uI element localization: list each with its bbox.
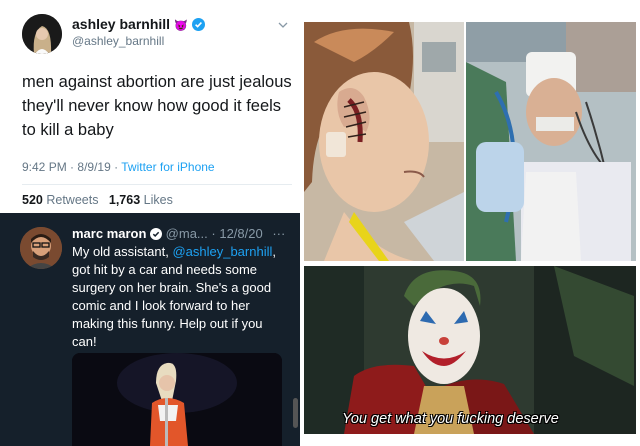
avatar[interactable]: [22, 14, 62, 54]
tweet-time[interactable]: 9:42 PM: [22, 160, 67, 174]
handle[interactable]: @ashley_barnhill: [72, 34, 164, 48]
avatar[interactable]: [20, 227, 62, 269]
tweet-top: ashley barnhill 😈 @ashley_barnhill men a…: [0, 0, 300, 213]
more-options-icon[interactable]: ···: [272, 226, 285, 241]
mention-link[interactable]: @ashley_barnhill: [172, 244, 272, 259]
display-name-text: ashley barnhill: [72, 16, 171, 32]
likes-stat[interactable]: 1,763 Likes: [109, 193, 173, 207]
divider: [22, 184, 292, 185]
tweet-date[interactable]: 12/8/20: [219, 226, 262, 241]
tweet-stats: 520 Retweets 1,763 Likes: [22, 193, 173, 207]
display-name[interactable]: marc maron: [72, 226, 146, 241]
tweet-media-image[interactable]: [72, 353, 282, 446]
devil-emoji-icon: 😈: [173, 20, 188, 32]
handle[interactable]: @ma...: [166, 226, 208, 241]
tweet-source[interactable]: Twitter for iPhone: [121, 160, 214, 174]
photo-hospital-bed: [466, 22, 636, 261]
tweet-date[interactable]: 8/9/19: [77, 160, 110, 174]
verified-badge-icon: [150, 228, 163, 240]
reply-header: marc maron @ma... · 12/8/20 ···: [72, 226, 286, 241]
tweet-reply: marc maron @ma... · 12/8/20 ··· My old a…: [0, 213, 300, 446]
display-name[interactable]: ashley barnhill 😈: [72, 16, 205, 32]
photo-head-staples: [304, 22, 464, 261]
tweet-meta: 9:42 PM · 8/9/19 · Twitter for iPhone: [22, 160, 215, 174]
chevron-down-icon[interactable]: [278, 22, 288, 28]
meme-caption: You get what you fucking deserve: [342, 411, 559, 427]
retweets-stat[interactable]: 520 Retweets: [22, 193, 98, 207]
meme-image: [304, 266, 636, 434]
scrollbar[interactable]: [293, 398, 298, 428]
tweet-text: men against abortion are just jealous th…: [22, 73, 292, 139]
verified-badge-icon: [191, 18, 205, 31]
tweet-text: My old assistant, @ashley_barnhill, got …: [72, 244, 276, 349]
